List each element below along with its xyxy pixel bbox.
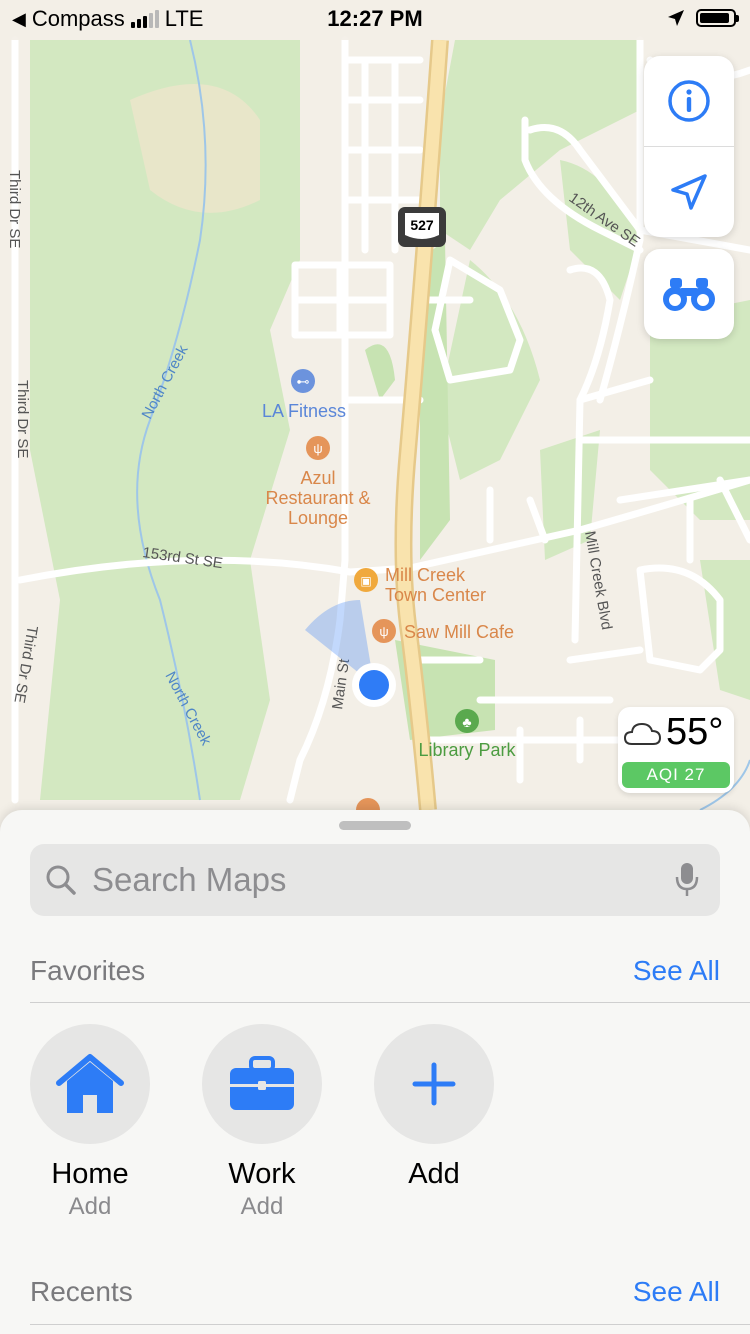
briefcase-icon: [230, 1056, 294, 1110]
map-view[interactable]: 527 Third Dr SE Third Dr SE Third Dr SE …: [0, 0, 750, 830]
favorite-work-circle[interactable]: [202, 1024, 322, 1144]
poi-label: LA Fitness: [262, 401, 346, 421]
poi-label: Lounge: [288, 508, 348, 528]
poi-label: Library Park: [418, 740, 516, 760]
fork-knife-icon: ψ: [313, 441, 322, 456]
sheet-grabber[interactable]: [339, 821, 411, 830]
info-button[interactable]: [644, 56, 734, 146]
favorite-sub: Add: [240, 1193, 284, 1220]
fork-knife-icon: ψ: [379, 624, 388, 639]
favorite-add[interactable]: Add: [374, 1024, 494, 1193]
recents-title: Recents: [30, 1276, 133, 1307]
favorite-home-circle[interactable]: [30, 1024, 150, 1144]
poi-label: Saw Mill Cafe: [404, 622, 514, 642]
road-label: Third Dr SE: [14, 380, 31, 458]
plus-icon: [412, 1062, 456, 1106]
search-input[interactable]: Search Maps: [92, 861, 286, 899]
status-time: 12:27 PM: [327, 6, 423, 31]
status-right: [666, 8, 739, 28]
favorites-see-all-link[interactable]: See All: [633, 955, 720, 987]
search-bar[interactable]: Search Maps: [30, 844, 720, 916]
favorite-sub: Add: [68, 1193, 112, 1220]
tree-icon: ♣: [462, 714, 471, 730]
binoculars-icon: [663, 278, 715, 311]
status-bar: ◀ Compass LTE 12:27 PM: [0, 0, 750, 40]
location-arrow-icon: [671, 174, 707, 210]
bottom-sheet: Search Maps Favorites See All Home Add W…: [0, 810, 750, 1334]
weather-temperature: 55°: [666, 711, 724, 753]
cloud-icon: [623, 722, 662, 745]
favorite-name: Work: [228, 1158, 296, 1190]
shopping-bag-icon: ▣: [360, 574, 371, 588]
poi-label: Town Center: [385, 585, 486, 605]
weather-widget[interactable]: 55° AQI 27: [618, 707, 734, 793]
favorite-home[interactable]: Home Add: [30, 1024, 150, 1221]
favorite-work[interactable]: Work Add: [202, 1024, 322, 1221]
poi-label: Mill Creek: [385, 565, 466, 585]
highway-shield: 527: [398, 207, 446, 247]
house-icon: [56, 1054, 124, 1113]
poi-label: Restaurant &: [265, 488, 370, 508]
favorite-name: Add: [408, 1158, 460, 1190]
location-services-icon: [668, 10, 684, 26]
poi-label: Azul: [300, 468, 335, 488]
shield-number: 527: [410, 217, 434, 233]
current-location-button[interactable]: [644, 147, 734, 237]
road-label: Third Dr SE: [6, 170, 23, 248]
search-icon: [46, 865, 76, 895]
recents-divider: [30, 1324, 750, 1325]
dumbbell-icon: ⊷: [297, 374, 310, 389]
favorite-name: Home: [51, 1158, 129, 1190]
favorites-title: Favorites: [30, 955, 146, 986]
favorites-divider: [30, 1002, 750, 1003]
battery-icon: [696, 9, 739, 27]
microphone-icon[interactable]: [674, 861, 700, 899]
recents-see-all-link[interactable]: See All: [633, 1276, 720, 1308]
look-around-button[interactable]: [644, 249, 734, 339]
aqi-badge: AQI 27: [622, 762, 730, 788]
info-icon: [668, 80, 710, 122]
map-controls-card: [644, 56, 734, 237]
favorite-add-circle[interactable]: [374, 1024, 494, 1144]
look-around-card: [644, 249, 734, 339]
